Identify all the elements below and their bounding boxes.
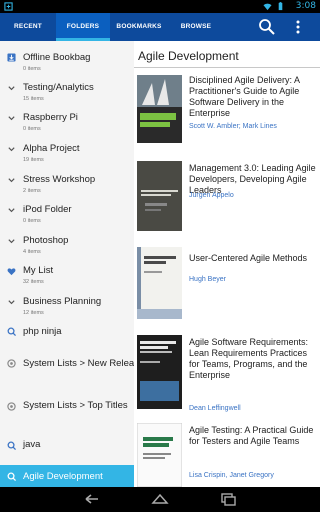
- wifi-icon: [263, 3, 272, 11]
- sidebar-item-agile-development[interactable]: Agile Development: [0, 465, 154, 487]
- recent-apps-icon[interactable]: [218, 492, 238, 506]
- sidebar-item-label: Agile Development: [23, 471, 103, 482]
- notification-icon: [4, 2, 13, 11]
- book-list-panel: Agile Development Disciplined Agile Deli…: [134, 41, 320, 487]
- sidebar-item-count: 32 items: [23, 279, 44, 285]
- cover-art-icon: [137, 335, 182, 409]
- book-cover: [137, 423, 182, 487]
- book-cover: [137, 247, 182, 319]
- tab-folders[interactable]: FOLDERS: [56, 13, 110, 41]
- sidebar-item-label: Alpha Project: [23, 143, 80, 154]
- sidebar-item-count: 0 items: [23, 218, 41, 224]
- sidebar-item-count: 4 items: [23, 249, 41, 255]
- sidebar-item-label: Photoshop: [23, 235, 69, 246]
- cover-art-icon: [137, 247, 182, 319]
- cover-art-icon: [137, 161, 182, 231]
- action-bar: RECENT FOLDERS BOOKMARKS BROWSE: [0, 13, 320, 41]
- sidebar-item-label: System Lists > New Releases: [23, 358, 149, 369]
- page-title: Agile Development: [138, 49, 239, 63]
- sidebar-item-alpha-project[interactable]: Alpha Project 19 items: [0, 140, 154, 170]
- heart-icon: [7, 268, 16, 276]
- sidebar-item-raspberry-pi[interactable]: Raspberry Pi 0 items: [0, 109, 154, 139]
- cover-art-icon: [137, 75, 182, 143]
- chevron-icon: [8, 178, 15, 183]
- book-title[interactable]: Disciplined Agile Delivery: A Practition…: [189, 75, 317, 119]
- system-nav-bar: [0, 487, 320, 512]
- sidebar-item-count: 2 items: [23, 188, 41, 194]
- book-item[interactable]: Agile Testing: A Practical Guide for Tes…: [134, 419, 320, 487]
- sidebar-item-label: Business Planning: [23, 296, 102, 307]
- book-cover: [137, 335, 182, 409]
- tab-recent[interactable]: RECENT: [0, 13, 56, 41]
- sidebar-item-label: System Lists > Top Titles: [23, 400, 128, 411]
- battery-icon: [278, 2, 283, 11]
- sidebar-item-label: Stress Workshop: [23, 174, 96, 185]
- back-icon[interactable]: [82, 492, 102, 506]
- system-list-icon: [7, 359, 16, 368]
- book-authors[interactable]: Hugh Beyer: [189, 276, 317, 283]
- saved-search-icon: [7, 472, 16, 481]
- system-list-icon: [7, 402, 16, 411]
- book-item[interactable]: Management 3.0: Leading Agile Developers…: [134, 153, 320, 237]
- book-cover: [137, 161, 182, 231]
- chevron-icon: [8, 300, 15, 305]
- sidebar-item-photoshop[interactable]: Photoshop 4 items: [0, 232, 154, 262]
- sidebar-item-business-planning[interactable]: Business Planning 12 items: [0, 293, 154, 323]
- sidebar-item-testing-analytics[interactable]: Testing/Analytics 15 items: [0, 79, 154, 109]
- chevron-icon: [8, 208, 15, 213]
- download-icon: [7, 53, 16, 62]
- chevron-icon: [8, 239, 15, 244]
- overflow-menu-icon[interactable]: [292, 18, 304, 36]
- sidebar-item-count: 15 items: [23, 96, 44, 102]
- book-title[interactable]: Agile Software Requirements: Lean Requir…: [189, 337, 317, 381]
- sidebar-item-stress-workshop[interactable]: Stress Workshop 2 items: [0, 171, 154, 201]
- sidebar-item-count: 12 items: [23, 310, 44, 316]
- saved-search-icon: [7, 327, 16, 336]
- sidebar-item-count: 19 items: [23, 157, 44, 163]
- cover-art-icon: [137, 423, 182, 487]
- book-item[interactable]: Disciplined Agile Delivery: A Practition…: [134, 71, 320, 149]
- sidebar-item-ipod-folder[interactable]: iPod Folder 0 items: [0, 201, 154, 231]
- chevron-icon: [8, 147, 15, 152]
- sidebar-item-label: Testing/Analytics: [23, 82, 94, 93]
- sidebar-item-label: Raspberry Pi: [23, 112, 78, 123]
- sidebar-item-top-titles[interactable]: System Lists > Top Titles: [0, 395, 154, 439]
- sidebar-item-my-list[interactable]: My List 32 items: [0, 262, 154, 292]
- sidebar-item-label: php ninja: [23, 326, 62, 337]
- book-authors[interactable]: Scott W. Ambler; Mark Lines: [189, 123, 317, 130]
- book-title[interactable]: Agile Testing: A Practical Guide for Tes…: [189, 425, 317, 447]
- sidebar-item-label: java: [23, 439, 41, 450]
- sidebar-item-java[interactable]: java: [0, 437, 154, 461]
- divider: [134, 67, 320, 68]
- book-authors[interactable]: Jurgen Appelo: [189, 192, 317, 199]
- search-icon[interactable]: [257, 18, 277, 36]
- chevron-icon: [8, 116, 15, 121]
- book-item[interactable]: Agile Software Requirements: Lean Requir…: [134, 331, 320, 417]
- book-cover: [137, 75, 182, 143]
- book-item[interactable]: User-Centered Agile Methods Hugh Beyer: [134, 243, 320, 329]
- sidebar-item-offline-bookbag[interactable]: Offline Bookbag 0 items: [0, 49, 154, 79]
- home-icon[interactable]: [150, 492, 170, 506]
- book-title[interactable]: User-Centered Agile Methods: [189, 253, 317, 264]
- clock: 3:08: [295, 1, 316, 11]
- tab-bookmarks[interactable]: BOOKMARKS: [110, 13, 168, 41]
- sidebar-item-label: iPod Folder: [23, 204, 72, 215]
- sidebar-item-php-ninja[interactable]: php ninja: [0, 323, 154, 349]
- sidebar-item-count: 0 items: [23, 126, 41, 132]
- sidebar-item-new-releases[interactable]: System Lists > New Releases: [0, 351, 154, 395]
- sidebar-item-count: 0 items: [23, 66, 41, 72]
- folder-sidebar: Offline Bookbag 0 items Testing/Analytic…: [0, 41, 155, 487]
- sidebar-item-label: My List: [23, 265, 54, 276]
- book-authors[interactable]: Dean Leffingwell: [189, 405, 317, 412]
- chevron-icon: [8, 86, 15, 91]
- saved-search-icon: [7, 441, 16, 450]
- status-bar: 3:08: [0, 0, 320, 13]
- tab-browse[interactable]: BROWSE: [168, 13, 224, 41]
- book-authors[interactable]: Lisa Crispin, Janet Gregory: [189, 472, 317, 479]
- sidebar-item-label: Offline Bookbag: [23, 52, 91, 63]
